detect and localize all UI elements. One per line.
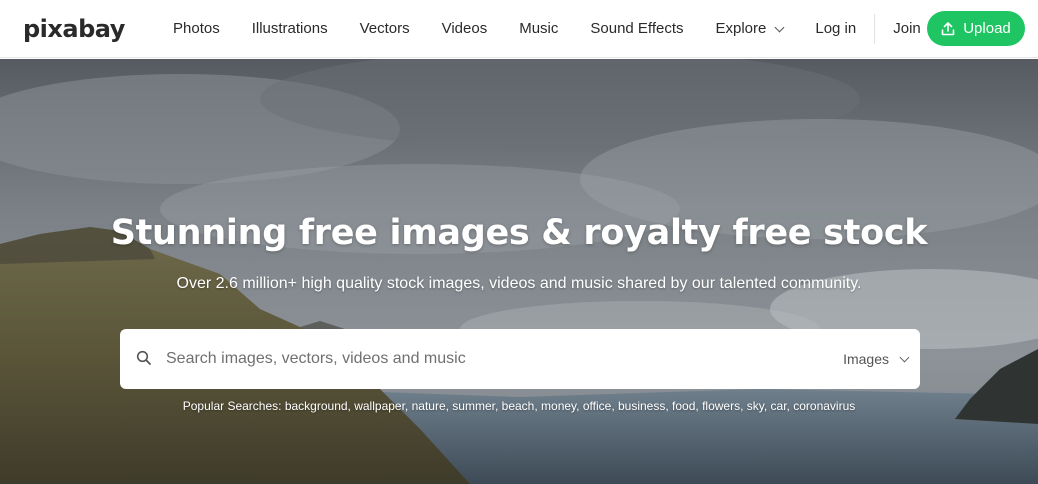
top-navigation-bar: pixabay Photos Illustrations Vectors Vid… [0, 0, 1038, 58]
popular-search-link[interactable]: food [672, 399, 695, 413]
popular-search-link[interactable]: office [583, 399, 611, 413]
hero-banner: Stunning free images & royalty free stoc… [0, 59, 1038, 484]
popular-searches-label: Popular Searches: [182, 399, 282, 413]
chevron-down-icon [899, 352, 910, 362]
search-bar: Images [120, 329, 920, 389]
popular-search-link[interactable]: wallpaper [354, 399, 405, 413]
hero-title: Stunning free images & royalty free stoc… [110, 213, 928, 253]
nav-photos[interactable]: Photos [157, 0, 236, 58]
popular-search-link[interactable]: summer [452, 399, 495, 413]
search-input[interactable] [166, 339, 816, 379]
nav-illustrations[interactable]: Illustrations [236, 0, 344, 58]
popular-search-link[interactable]: business [618, 399, 665, 413]
pixabay-logo[interactable]: pixabay [23, 14, 125, 44]
upload-button[interactable]: Upload [927, 11, 1025, 46]
hero-subtitle: Over 2.6 million+ high quality stock ima… [176, 275, 862, 292]
nav-divider [874, 14, 876, 44]
nav-music[interactable]: Music [503, 0, 574, 58]
hero-background-image [0, 59, 1038, 484]
popular-search-link[interactable]: car [771, 399, 787, 413]
popular-search-link[interactable]: money [541, 399, 576, 413]
upload-button-label: Upload [963, 20, 1011, 37]
login-link[interactable]: Log in [799, 0, 872, 58]
nav-sound-effects[interactable]: Sound Effects [574, 0, 699, 58]
nav-explore-dropdown[interactable]: Explore [700, 0, 800, 58]
search-type-dropdown[interactable]: Images [843, 329, 910, 389]
search-type-label: Images [843, 351, 889, 367]
popular-search-link[interactable]: coronavirus [793, 399, 855, 413]
chevron-down-icon [774, 22, 785, 32]
popular-searches: Popular Searches: background, wallpaper,… [0, 399, 1038, 413]
popular-search-link[interactable]: nature [412, 399, 446, 413]
popular-search-link[interactable]: flowers [702, 399, 740, 413]
nav-videos[interactable]: Videos [426, 0, 504, 58]
popular-search-link[interactable]: background [285, 399, 348, 413]
nav-explore-label: Explore [715, 20, 767, 37]
popular-search-terms: background, wallpaper, nature, summer, b… [284, 399, 856, 413]
nav-vectors[interactable]: Vectors [344, 0, 426, 58]
popular-search-link[interactable]: sky [747, 399, 764, 413]
main-nav: Photos Illustrations Vectors Videos Musi… [157, 0, 937, 58]
popular-search-link[interactable]: beach [502, 399, 535, 413]
upload-icon [941, 21, 955, 35]
search-icon [136, 350, 151, 365]
